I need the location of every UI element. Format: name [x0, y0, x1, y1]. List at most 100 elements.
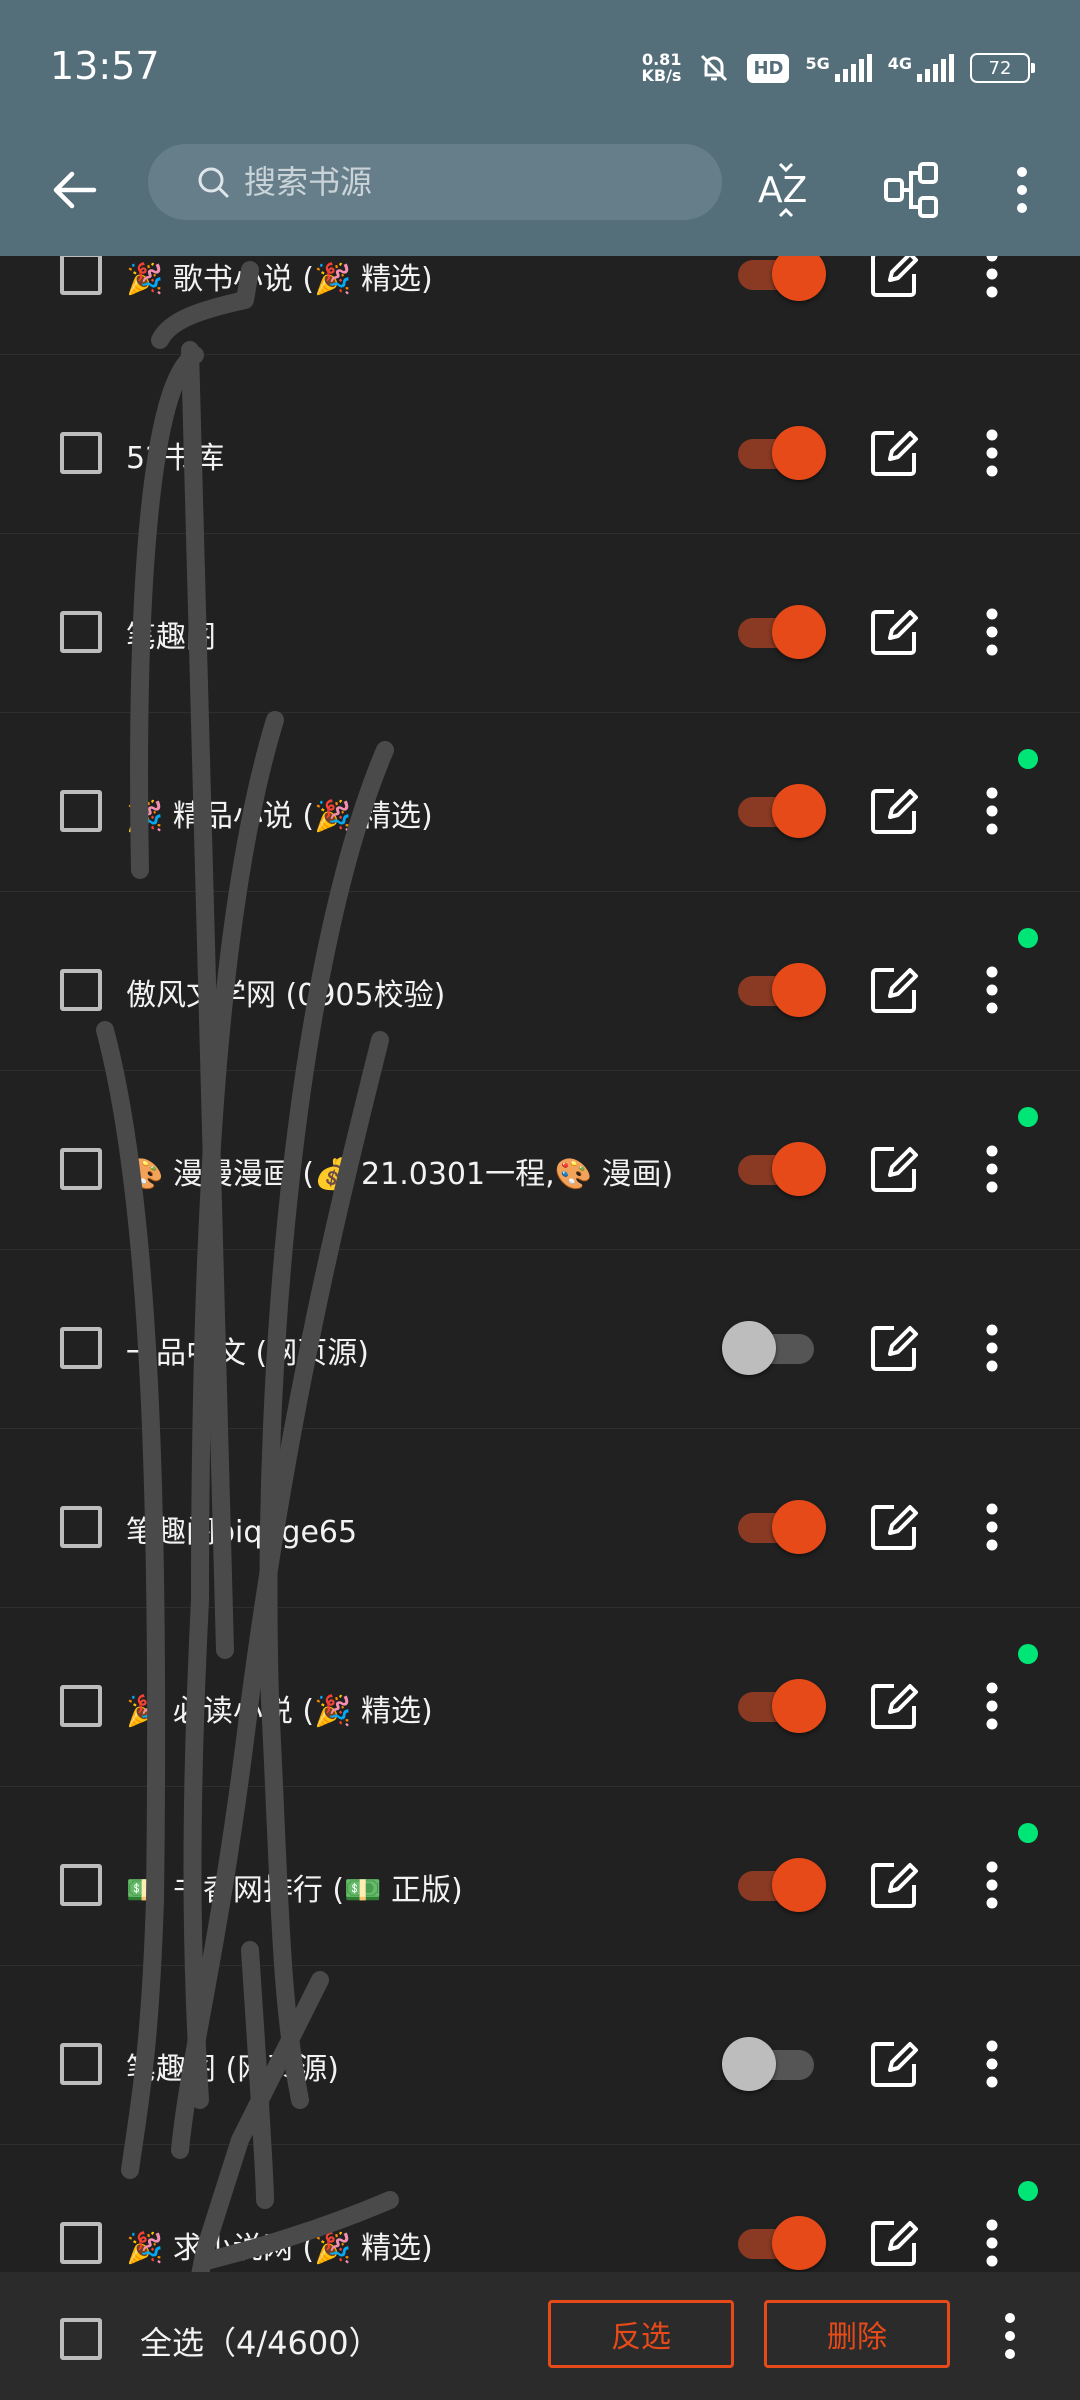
edit-icon[interactable]: [868, 427, 920, 479]
more-vertical-icon[interactable]: [968, 1143, 1016, 1195]
more-vertical-icon[interactable]: [968, 964, 1016, 1016]
hd-voice-badge: HD: [747, 53, 790, 83]
row-checkbox[interactable]: [60, 1685, 102, 1727]
more-vertical-icon[interactable]: [968, 2038, 1016, 2090]
row-checkbox[interactable]: [60, 1864, 102, 1906]
status-icons: 0.81 KB/s HD 5G 4G 72: [641, 48, 1035, 88]
bell-muted-icon: [701, 54, 728, 82]
toggle-thumb: [772, 426, 826, 480]
source-name: 笔趣阁: [126, 620, 216, 655]
battery-level: 72: [988, 57, 1012, 79]
source-row[interactable]: 🎉 精品小说 (🎉 精选): [0, 713, 1080, 892]
edit-icon[interactable]: [868, 1680, 920, 1732]
signal-sim1: 5G: [805, 54, 872, 82]
edit-icon[interactable]: [868, 1859, 920, 1911]
invert-selection-button[interactable]: 反选: [548, 2300, 734, 2368]
network-speed-unit: KB/s: [641, 66, 682, 85]
sim1-network-label: 5G: [805, 54, 830, 73]
more-vertical-icon[interactable]: [1002, 158, 1042, 222]
enable-toggle[interactable]: [734, 1676, 834, 1736]
enable-toggle[interactable]: [734, 2213, 834, 2273]
source-name: 💵 书香网排行 (💵 正版): [126, 1873, 463, 1908]
edit-icon[interactable]: [868, 2217, 920, 2269]
status-dot: [1018, 2181, 1038, 2201]
status-dot: [1018, 749, 1038, 769]
more-vertical-icon[interactable]: [968, 785, 1016, 837]
row-checkbox[interactable]: [60, 253, 102, 295]
status-dot: [1018, 1823, 1038, 1843]
battery-icon: 72: [970, 53, 1035, 83]
source-name: 52书库: [126, 441, 225, 476]
search-icon: [198, 167, 229, 198]
toggle-thumb: [772, 2216, 826, 2270]
row-checkbox[interactable]: [60, 790, 102, 832]
row-checkbox[interactable]: [60, 2222, 102, 2264]
select-all-checkbox[interactable]: [60, 2318, 102, 2360]
edit-icon[interactable]: [868, 1143, 920, 1195]
search-box[interactable]: [148, 144, 722, 220]
row-checkbox[interactable]: [60, 1148, 102, 1190]
search-input[interactable]: [242, 162, 686, 202]
more-vertical-icon[interactable]: [968, 427, 1016, 479]
source-row[interactable]: 🎉 必读小说 (🎉 精选): [0, 1608, 1080, 1787]
signal-sim2: 4G: [888, 54, 954, 82]
back-arrow-icon[interactable]: [46, 162, 102, 218]
status-dot: [1018, 1107, 1038, 1127]
more-vertical-icon[interactable]: [968, 2217, 1016, 2269]
sim2-network-label: 4G: [887, 54, 912, 73]
more-vertical-icon[interactable]: [968, 606, 1016, 658]
source-row[interactable]: 一品中文 (网页源): [0, 1250, 1080, 1429]
row-checkbox[interactable]: [60, 2043, 102, 2085]
row-checkbox[interactable]: [60, 969, 102, 1011]
status-dot: [1018, 928, 1038, 948]
edit-icon[interactable]: [868, 785, 920, 837]
source-row[interactable]: 💵 书香网排行 (💵 正版): [0, 1787, 1080, 1966]
source-name: 一品中文 (网页源): [126, 1336, 369, 1371]
enable-toggle[interactable]: [734, 423, 834, 483]
delete-button[interactable]: 删除: [764, 2300, 950, 2368]
source-row[interactable]: 笔趣阁 (网页源): [0, 1966, 1080, 2145]
source-name: 🎉 歌书小说 (🎉 精选): [126, 262, 433, 297]
edit-icon[interactable]: [868, 1501, 920, 1553]
group-tree-icon[interactable]: [880, 158, 944, 222]
sort-az-icon-label: AZ: [758, 170, 807, 211]
source-row[interactable]: 傲风文学网 (0905校验): [0, 892, 1080, 1071]
row-checkbox[interactable]: [60, 432, 102, 474]
row-checkbox[interactable]: [60, 611, 102, 653]
more-vertical-icon[interactable]: [968, 1859, 1016, 1911]
source-name: 🎨 漫漫漫画 (💰 21.0301一程,🎨 漫画): [126, 1157, 674, 1192]
source-name: 笔趣阁biquge65: [126, 1515, 358, 1550]
status-time: 13:57: [50, 44, 160, 88]
status-bar: 13:57 0.81 KB/s HD 5G 4G 72: [0, 0, 1080, 140]
select-all-label[interactable]: 全选（4/4600）: [140, 2318, 381, 2364]
enable-toggle[interactable]: [734, 1139, 834, 1199]
edit-icon[interactable]: [868, 2038, 920, 2090]
edit-icon[interactable]: [868, 606, 920, 658]
toggle-thumb: [772, 1858, 826, 1912]
app-bar: 13:57 0.81 KB/s HD 5G 4G 72 搜索书源 AZ: [0, 0, 1080, 256]
edit-icon[interactable]: [868, 964, 920, 1016]
more-vertical-icon[interactable]: [968, 1680, 1016, 1732]
enable-toggle[interactable]: [734, 1855, 834, 1915]
row-checkbox[interactable]: [60, 1506, 102, 1548]
source-row[interactable]: 🎨 漫漫漫画 (💰 21.0301一程,🎨 漫画): [0, 1071, 1080, 1250]
status-dot: [1018, 1644, 1038, 1664]
enable-toggle[interactable]: [722, 2034, 834, 2094]
more-vertical-icon[interactable]: [968, 1322, 1016, 1374]
toggle-thumb: [772, 784, 826, 838]
row-checkbox[interactable]: [60, 1327, 102, 1369]
more-vertical-icon[interactable]: [968, 1501, 1016, 1553]
enable-toggle[interactable]: [722, 1318, 834, 1378]
source-row[interactable]: 52书库: [0, 355, 1080, 534]
source-row[interactable]: 笔趣阁biquge65: [0, 1429, 1080, 1608]
source-row[interactable]: 笔趣阁: [0, 534, 1080, 713]
sort-az-icon[interactable]: AZ: [754, 158, 818, 222]
enable-toggle[interactable]: [734, 602, 834, 662]
enable-toggle[interactable]: [734, 1497, 834, 1557]
more-vertical-icon[interactable]: [990, 2308, 1030, 2364]
edit-icon[interactable]: [868, 1322, 920, 1374]
enable-toggle[interactable]: [734, 781, 834, 841]
toggle-thumb: [772, 963, 826, 1017]
enable-toggle[interactable]: [734, 960, 834, 1020]
source-name: 🎉 精品小说 (🎉 精选): [126, 799, 433, 834]
